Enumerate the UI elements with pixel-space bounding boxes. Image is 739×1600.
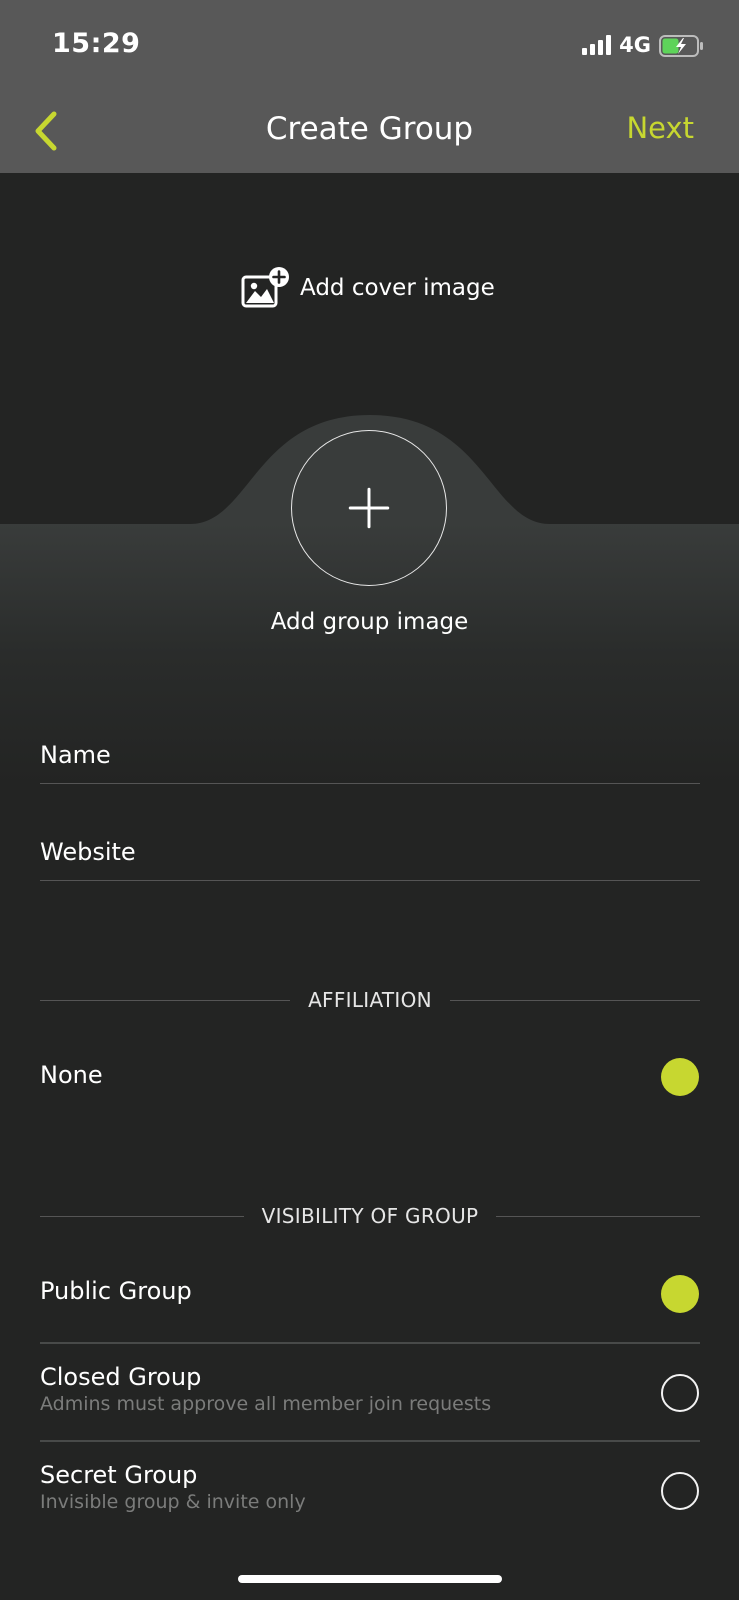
visibility-option-description: Invisible group & invite only	[40, 1491, 306, 1513]
website-input[interactable]	[40, 832, 700, 872]
add-image-icon	[241, 267, 289, 308]
visibility-option-label: Secret Group	[40, 1461, 198, 1489]
closed-group-radio[interactable]	[661, 1374, 699, 1412]
divider	[40, 1342, 700, 1344]
add-cover-image-button[interactable]: Add cover image	[240, 266, 495, 310]
visibility-option-public[interactable]: Public Group	[40, 1277, 700, 1305]
signal-icon	[582, 35, 612, 55]
visibility-header: VISIBILITY OF GROUP	[40, 1201, 701, 1231]
status-indicators: 4G	[582, 30, 703, 60]
affiliation-none-radio[interactable]	[661, 1058, 699, 1096]
visibility-option-label: Closed Group	[40, 1363, 202, 1391]
affiliation-option-label: None	[40, 1061, 103, 1089]
plus-icon	[348, 487, 390, 529]
secret-group-radio[interactable]	[661, 1472, 699, 1510]
status-time: 15:29	[52, 28, 141, 59]
divider	[40, 1440, 700, 1442]
website-field	[40, 832, 700, 881]
visibility-header-text: VISIBILITY OF GROUP	[261, 1204, 479, 1228]
visibility-option-description: Admins must approve all member join requ…	[40, 1393, 492, 1415]
visibility-option-secret[interactable]: Secret Group Invisible group & invite on…	[40, 1461, 700, 1513]
public-group-radio[interactable]	[661, 1275, 699, 1313]
name-field	[40, 735, 700, 784]
next-button[interactable]: Next	[626, 111, 694, 145]
network-type: 4G	[619, 33, 651, 57]
add-cover-image-label: Add cover image	[300, 275, 495, 301]
battery-icon	[659, 35, 703, 57]
add-group-image-button[interactable]	[291, 430, 447, 586]
add-group-image-label: Add group image	[270, 609, 469, 635]
affiliation-option-none[interactable]: None	[40, 1061, 700, 1101]
name-input[interactable]	[40, 735, 700, 775]
visibility-option-closed[interactable]: Closed Group Admins must approve all mem…	[40, 1363, 700, 1415]
affiliation-header-text: AFFILIATION	[308, 988, 432, 1012]
top-bar: 15:29 4G Create Group Next	[0, 0, 739, 173]
home-indicator[interactable]	[238, 1575, 502, 1583]
affiliation-header: AFFILIATION	[40, 985, 701, 1015]
visibility-option-label: Public Group	[40, 1277, 192, 1305]
